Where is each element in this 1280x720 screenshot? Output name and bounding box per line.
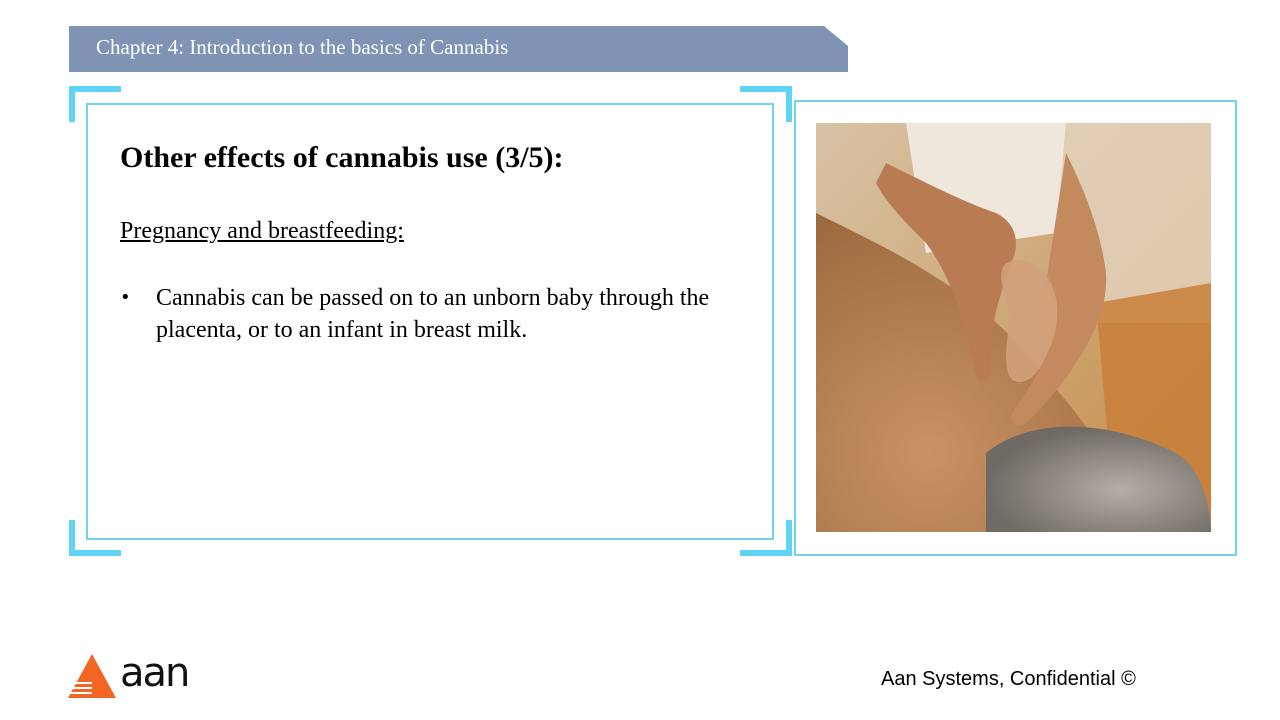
frame-corner-top-left-h xyxy=(69,86,121,92)
aan-logo: aan xyxy=(68,650,198,700)
frame-corner-bottom-right-h xyxy=(740,550,792,556)
frame-corner-bottom-left-v xyxy=(69,520,75,556)
aan-logo-triangle-icon xyxy=(68,654,116,698)
frame-corner-top-right-h xyxy=(740,86,792,92)
bullet-text: Cannabis can be passed on to an unborn b… xyxy=(156,285,710,343)
aan-logo-text: aan xyxy=(120,650,190,696)
section-heading: Pregnancy and breastfeeding: xyxy=(120,218,404,244)
frame-corner-bottom-right-v xyxy=(786,520,792,556)
massage-photo-illustration xyxy=(816,123,1211,532)
slide-heading: Other effects of cannabis use (3/5): xyxy=(120,141,564,174)
frame-corner-top-right-v xyxy=(786,86,792,122)
bullet-marker: • xyxy=(120,287,131,308)
chapter-title: Chapter 4: Introduction to the basics of… xyxy=(96,35,509,59)
frame-corner-bottom-left-h xyxy=(69,550,121,556)
confidential-notice: Aan Systems, Confidential © xyxy=(881,668,1136,690)
frame-corner-top-left-v xyxy=(69,86,75,122)
massage-photo xyxy=(816,123,1211,532)
